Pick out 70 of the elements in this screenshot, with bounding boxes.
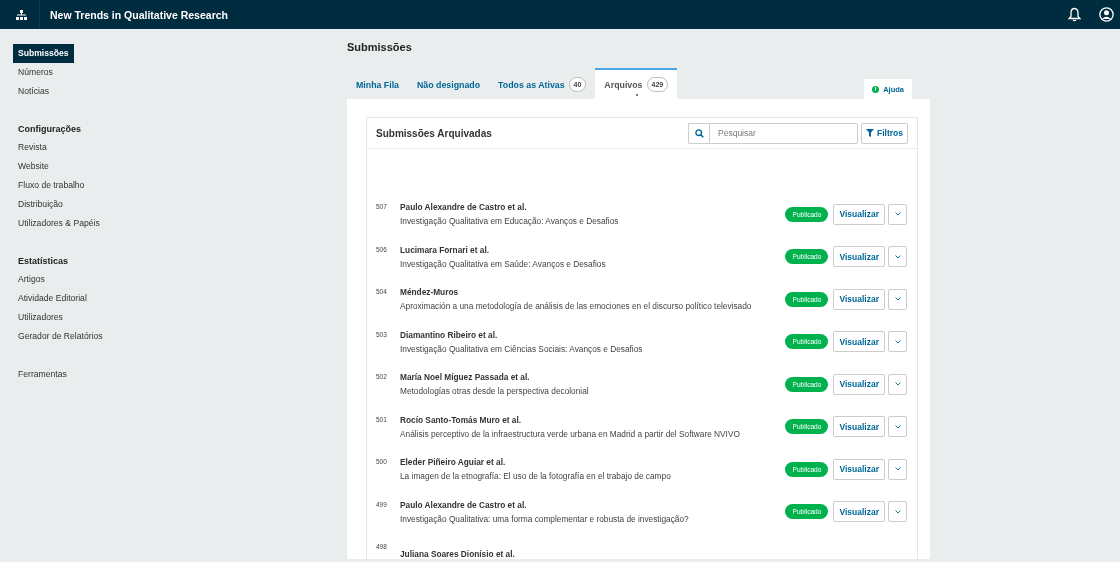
view-button[interactable]: Visualizar bbox=[833, 246, 885, 268]
nav-item[interactable]: Revista bbox=[13, 138, 52, 157]
nav-item[interactable]: Utilizadores bbox=[13, 308, 68, 327]
view-button[interactable]: Visualizar bbox=[833, 416, 885, 438]
notification-icon[interactable] bbox=[1068, 7, 1081, 22]
chevron-down-icon bbox=[894, 254, 901, 259]
info-icon bbox=[872, 85, 880, 93]
search-button[interactable] bbox=[688, 122, 709, 144]
journal-title[interactable]: New Trends in Qualitative Research bbox=[50, 8, 228, 21]
chevron-down-icon bbox=[894, 297, 901, 302]
submission-title[interactable]: Investigação Qualitativa: uma forma complementar e robusta de investigação? bbox=[400, 513, 786, 524]
chevron-down-icon bbox=[894, 509, 901, 514]
chevron-down-icon bbox=[894, 382, 901, 387]
page-title: Submissões bbox=[347, 41, 413, 53]
submission-title[interactable]: Investigação Qualitativa em Saúde: Avanços e Desafios bbox=[400, 258, 786, 269]
submission-authors[interactable]: Paulo Alexandre de Castro et al. bbox=[400, 499, 786, 510]
view-button[interactable]: Visualizar bbox=[833, 458, 885, 480]
nav-section-heading: Estatísticas bbox=[17, 255, 70, 268]
view-button[interactable]: Visualizar bbox=[833, 203, 885, 225]
chevron-down-icon bbox=[894, 339, 901, 344]
submission-title[interactable]: Investigação Qualitativa em Ciências Sociais: Avanços e Desafios bbox=[400, 343, 786, 354]
view-button[interactable]: Visualizar bbox=[833, 331, 885, 353]
nav-item[interactable]: Artigos bbox=[13, 270, 50, 289]
submission-authors[interactable]: Diamantino Ribeiro et al. bbox=[400, 329, 786, 340]
chevron-down-icon bbox=[894, 212, 901, 217]
filter-button[interactable]: Filtros bbox=[861, 122, 908, 144]
nav-item[interactable]: Utilizadores & Papéis bbox=[13, 214, 105, 233]
user-icon[interactable] bbox=[1099, 7, 1114, 22]
expand-button[interactable] bbox=[888, 501, 907, 523]
expand-button[interactable] bbox=[888, 416, 907, 438]
nav-item[interactable]: Ferramentas bbox=[13, 365, 72, 384]
submission-title[interactable]: La imagen de la etnografía: El uso de la fotografía en el trabajo de campo bbox=[400, 471, 786, 482]
view-button[interactable]: Visualizar bbox=[833, 373, 885, 395]
submission-authors[interactable]: Rocío Santo-Tomás Muro et al. bbox=[400, 414, 786, 425]
view-button[interactable]: Visualizar bbox=[833, 288, 885, 310]
tab[interactable]: Não designado bbox=[408, 68, 490, 99]
sitemap-icon[interactable] bbox=[16, 9, 27, 20]
view-button[interactable]: Visualizar bbox=[833, 501, 885, 523]
submission-authors[interactable]: Eleder Piñeiro Aguiar et al. bbox=[400, 457, 786, 468]
panel-title: Submissões Arquivadas bbox=[376, 127, 492, 139]
nav-item[interactable]: Gerador de Relatórios bbox=[13, 327, 108, 346]
nav-item[interactable]: Fluxo de trabalho bbox=[13, 176, 90, 195]
filter-icon bbox=[866, 129, 874, 137]
nav-item[interactable]: Website bbox=[13, 157, 54, 176]
submission-authors[interactable]: Lucimara Fornari et al. bbox=[400, 244, 786, 255]
nav-item[interactable]: Distribuição bbox=[13, 195, 68, 214]
expand-button[interactable] bbox=[888, 246, 907, 268]
submission-title[interactable]: Análisis perceptivo de la infraestructura verde urbana en Madrid a partir del Software NVIVO bbox=[400, 428, 786, 439]
expand-button[interactable] bbox=[888, 458, 907, 480]
nav-item[interactable]: Notícias bbox=[13, 82, 55, 101]
submission-authors[interactable]: María Noel Míguez Passada et al. bbox=[400, 372, 786, 383]
submission-title[interactable]: Investigação Qualitativa em Educação: Avanços e Desafios bbox=[400, 216, 786, 227]
nav-item[interactable]: Atividade Editorial bbox=[13, 289, 92, 308]
chevron-down-icon bbox=[894, 424, 901, 429]
search-icon bbox=[694, 128, 704, 138]
submission-title[interactable]: Metodologías otras desde la perspectiva decolonial bbox=[400, 386, 786, 397]
expand-button[interactable] bbox=[888, 331, 907, 353]
expand-button[interactable] bbox=[888, 203, 907, 225]
chevron-down-icon bbox=[894, 467, 901, 472]
expand-button[interactable] bbox=[888, 373, 907, 395]
submission-authors[interactable]: Paulo Alexandre de Castro et al. bbox=[400, 202, 786, 213]
submission-authors[interactable]: Juliana Soares Dionísio et al. bbox=[400, 549, 907, 560]
nav-item[interactable]: Números bbox=[13, 63, 58, 82]
submission-title[interactable]: Aproximación a una metodología de análisis de las emociones en el discurso político televisado bbox=[400, 301, 786, 312]
expand-button[interactable] bbox=[888, 288, 907, 310]
submission-authors[interactable]: Méndez-Muros bbox=[400, 287, 786, 298]
nav-section-heading: Configurações bbox=[17, 123, 82, 136]
search-field[interactable]: Pesquisar bbox=[709, 122, 858, 144]
tab[interactable]: Minha Fila bbox=[347, 68, 408, 99]
nav-item[interactable]: Submissões bbox=[13, 44, 74, 63]
